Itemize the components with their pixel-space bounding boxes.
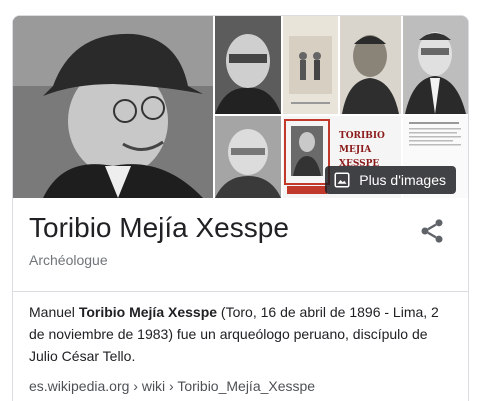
entity-subtitle: Archéologue (29, 252, 108, 268)
entity-title: Toribio Mejía Xesspe (29, 212, 289, 243)
image-gallery: TORIBIO MEJIA XESSPE Plus d'images (13, 16, 468, 198)
more-images-button[interactable]: Plus d'images (325, 166, 456, 194)
image-icon (334, 172, 350, 188)
thumb-caption-line1: TORIBIO (339, 131, 385, 141)
group-photo-thumbnail[interactable] (283, 16, 338, 114)
portrait-thumbnail-3[interactable] (403, 16, 468, 114)
share-button[interactable] (418, 217, 446, 245)
entity-description: Manuel Toribio Mejía Xesspe (Toro, 16 de… (29, 301, 454, 367)
knowledge-panel: TORIBIO MEJIA XESSPE Plus d'images Torib… (12, 15, 469, 401)
section-divider (13, 291, 468, 292)
more-images-label: Plus d'images (359, 172, 446, 188)
description-prefix: Manuel (29, 304, 79, 320)
description-bold-name: Toribio Mejía Xesspe (78, 304, 218, 320)
thumb-caption-line2: MEJIA (339, 145, 372, 155)
portrait-thumbnail-4[interactable] (215, 116, 281, 198)
share-icon (421, 219, 443, 243)
source-link[interactable]: es.wikipedia.org › wiki › Toribio_Mejía_… (29, 378, 315, 394)
portrait-thumbnail-1[interactable] (215, 16, 281, 114)
main-portrait-image[interactable] (13, 16, 213, 198)
portrait-thumbnail-2[interactable] (340, 16, 401, 114)
